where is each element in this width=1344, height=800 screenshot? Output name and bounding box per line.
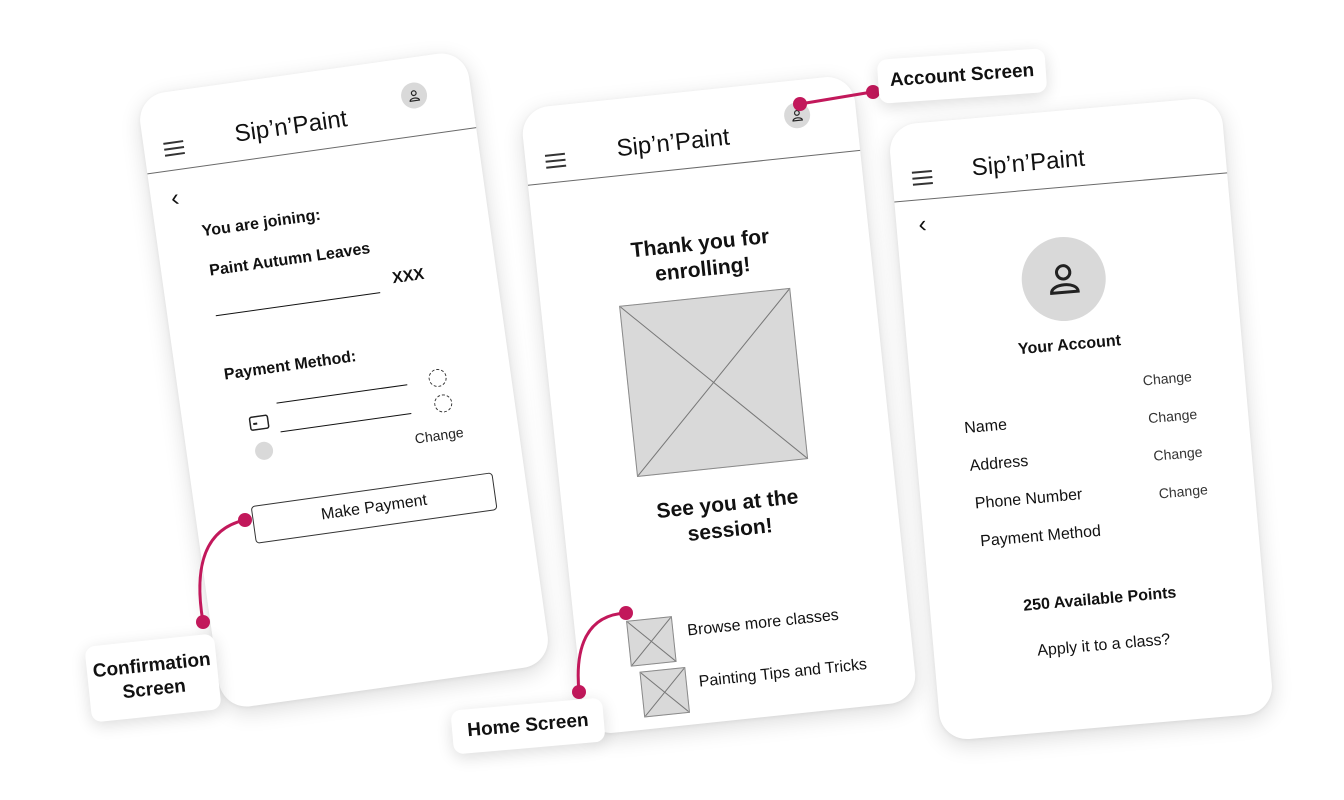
joining-label: You are joining:: [200, 206, 322, 241]
back-arrow-icon[interactable]: ‹: [917, 211, 927, 239]
browse-classes-link[interactable]: Browse more classes: [687, 607, 840, 641]
see-you-heading: See you at the session!: [655, 485, 800, 547]
change-name-link[interactable]: Change: [1142, 368, 1192, 388]
payment-line-1: [276, 384, 408, 404]
account-title: Your Account: [1017, 332, 1122, 359]
make-payment-button[interactable]: Make Payment: [250, 472, 498, 544]
account-screen-callout: Account Screen: [876, 48, 1048, 104]
payment-method-label: Payment Method: [979, 522, 1102, 551]
user-icon[interactable]: [399, 80, 429, 111]
change-phone-link[interactable]: Change: [1153, 444, 1203, 464]
user-icon[interactable]: [782, 100, 812, 130]
payment-line-2: [280, 412, 412, 433]
credit-card-icon: [248, 414, 271, 437]
menu-icon[interactable]: [911, 170, 933, 186]
user-icon: [1050, 264, 1080, 296]
change-address-link[interactable]: Change: [1147, 406, 1197, 426]
app-title: Sip’n’Paint: [615, 123, 731, 163]
image-placeholder-icon: [619, 287, 809, 477]
change-payment-link[interactable]: Change: [414, 424, 465, 447]
class-name: Paint Autumn Leaves: [208, 240, 372, 280]
confirmation-screen: Sip’n’Paint ‹ You are joining: Paint Aut…: [136, 49, 552, 711]
menu-icon[interactable]: [163, 140, 185, 157]
account-screen: Sip’n’Paint ‹ Your Account Name Change A…: [887, 96, 1275, 742]
payment-badge: [253, 440, 275, 461]
menu-icon[interactable]: [544, 152, 567, 169]
user-avatar-large[interactable]: [1018, 233, 1110, 325]
home-screen-callout: Home Screen: [450, 697, 606, 755]
tips-thumbnail-icon[interactable]: [639, 666, 691, 718]
phone-label: Phone Number: [974, 486, 1083, 513]
app-title: Sip’n’Paint: [970, 144, 1086, 182]
radio-option-1[interactable]: [427, 367, 448, 389]
price: XXX: [391, 265, 426, 288]
address-label: Address: [968, 452, 1029, 475]
radio-option-2[interactable]: [433, 393, 454, 414]
app-title: Sip’n’Paint: [232, 105, 349, 148]
tips-link[interactable]: Painting Tips and Tricks: [698, 656, 868, 692]
class-underline: [215, 292, 381, 317]
home-screen: Sip’n’Paint Thank you for enrolling! See…: [519, 74, 919, 736]
apply-points-link[interactable]: Apply it to a class?: [1003, 628, 1204, 663]
confirmation-screen-callout: Confirmation Screen: [84, 633, 222, 723]
change-payment-link[interactable]: Change: [1158, 481, 1208, 501]
available-points: 250 Available Points: [1022, 584, 1178, 615]
back-arrow-icon[interactable]: ‹: [169, 184, 181, 212]
name-label: Name: [963, 416, 1008, 438]
browse-thumbnail-icon[interactable]: [626, 616, 677, 667]
payment-method-label: Payment Method:: [222, 348, 358, 384]
thanks-heading: Thank you for enrolling!: [629, 224, 771, 287]
